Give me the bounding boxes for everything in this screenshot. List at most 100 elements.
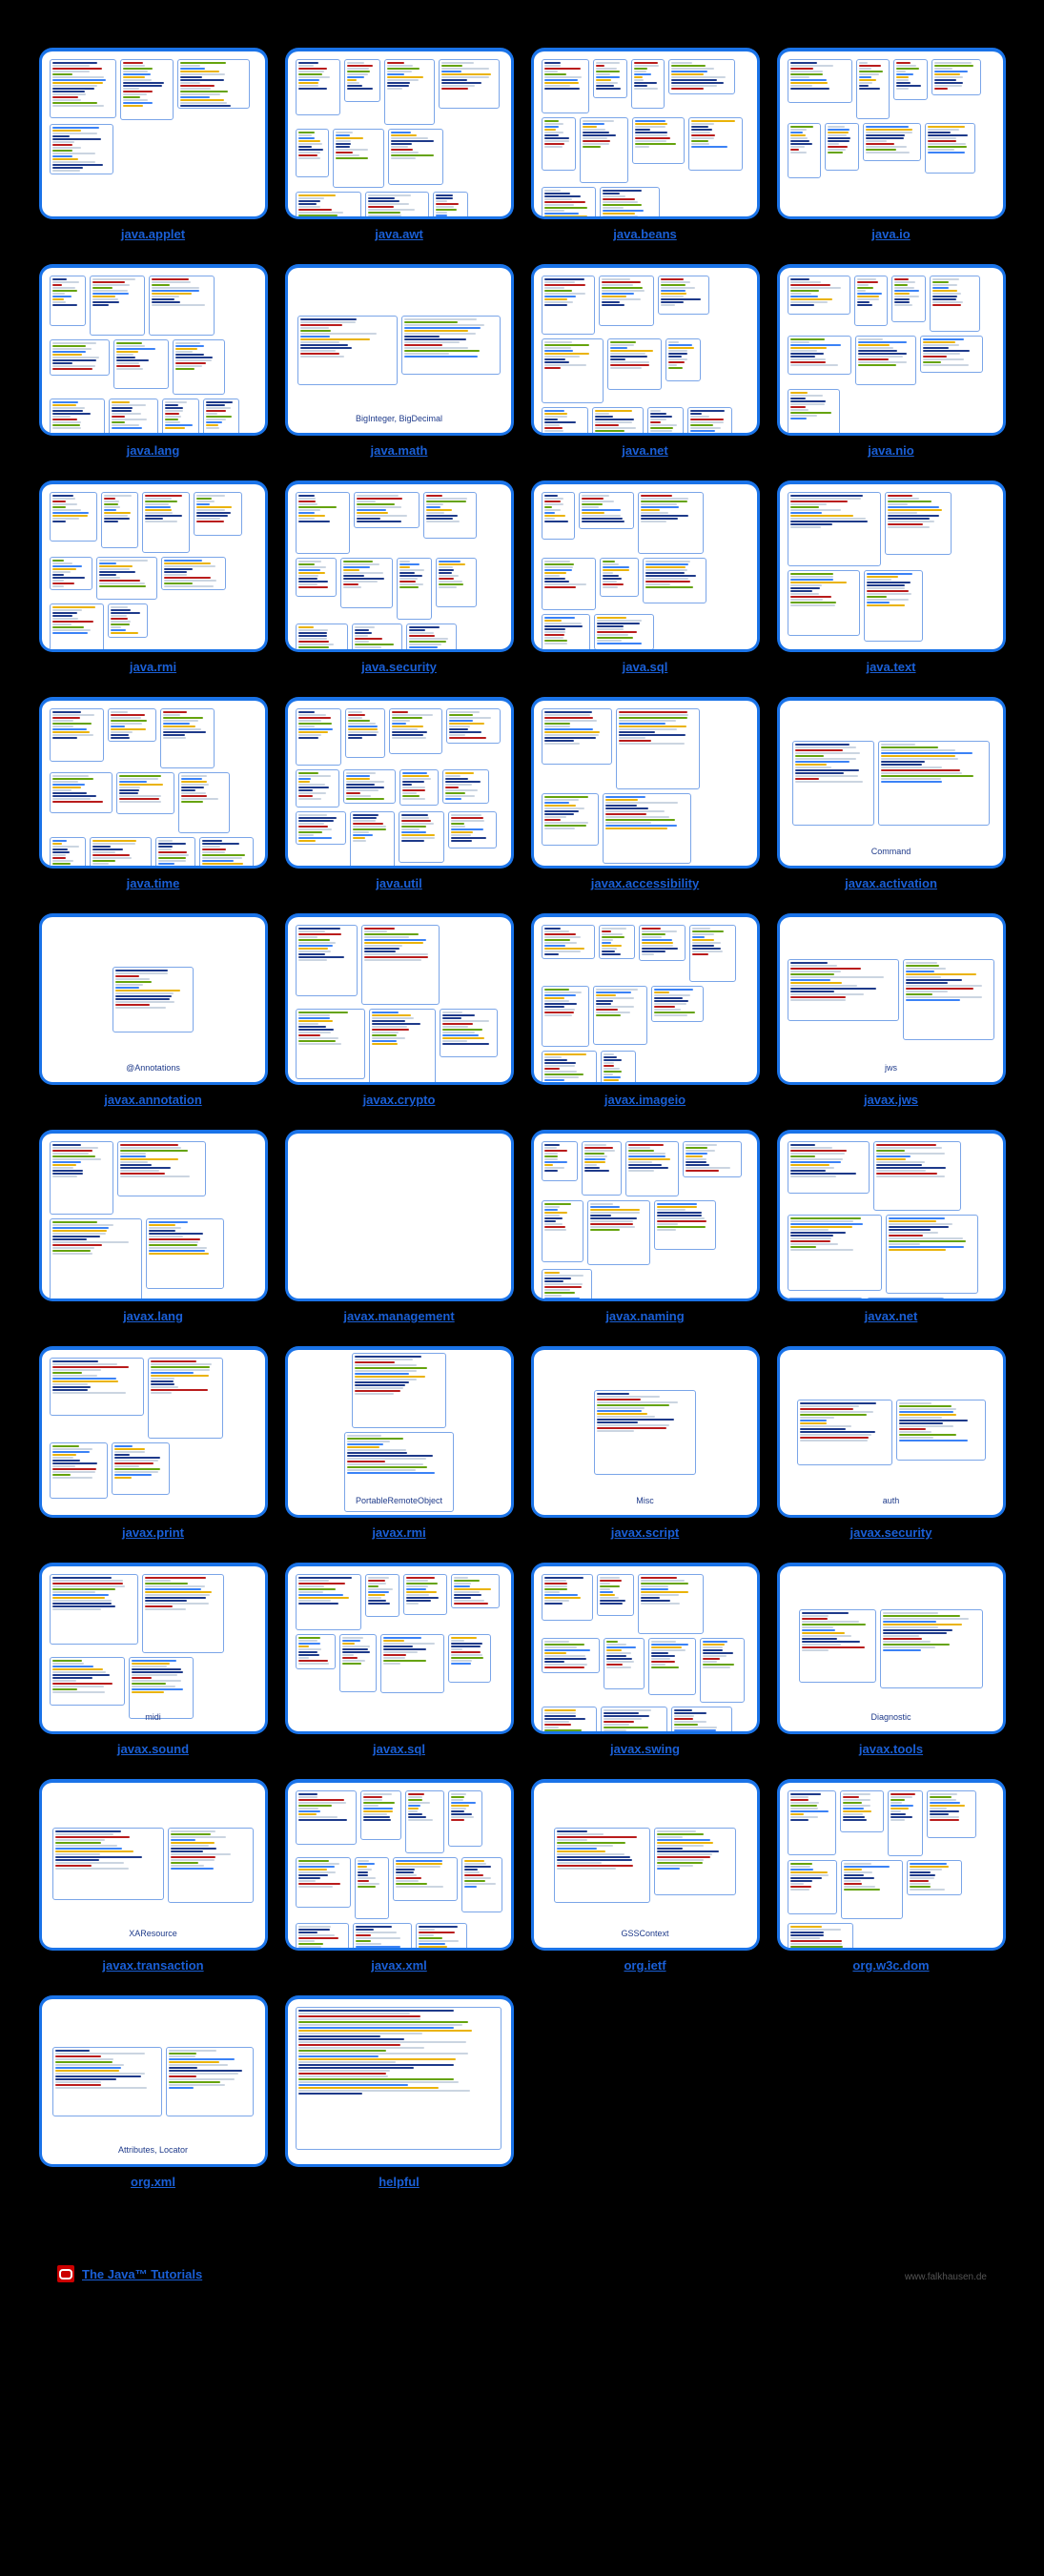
card-label-link[interactable]: java.time bbox=[127, 876, 180, 890]
thumbnail-link[interactable] bbox=[39, 48, 268, 219]
card-label-link[interactable]: java.io bbox=[871, 227, 910, 241]
thumbnail-caption: Misc bbox=[534, 1496, 757, 1505]
card-java-math: BigInteger, BigDecimal java.math bbox=[285, 264, 514, 458]
thumbnail-link[interactable] bbox=[531, 913, 760, 1085]
thumbnail-caption: BigInteger, BigDecimal bbox=[288, 414, 511, 423]
thumbnail-link[interactable] bbox=[39, 1130, 268, 1301]
footer: The Java™ Tutorials www.falkhausen.de bbox=[29, 2265, 1015, 2282]
thumbnail-link[interactable]: @Annotations bbox=[39, 913, 268, 1085]
card-label-link[interactable]: javax.activation bbox=[845, 876, 937, 890]
card-label-link[interactable]: javax.accessibility bbox=[591, 876, 699, 890]
thumbnail-link[interactable] bbox=[39, 480, 268, 652]
thumbnail-caption: PortableRemoteObject bbox=[288, 1496, 511, 1505]
card-label-link[interactable]: javax.sound bbox=[117, 1742, 189, 1756]
card-label-link[interactable]: javax.script bbox=[611, 1525, 680, 1540]
tutorials-link[interactable]: The Java™ Tutorials bbox=[82, 2267, 202, 2281]
card-label-link[interactable]: java.sql bbox=[623, 660, 668, 674]
card-label-link[interactable]: javax.rmi bbox=[372, 1525, 425, 1540]
card-javax-sound: midi javax.sound bbox=[39, 1563, 268, 1756]
card-label-link[interactable]: java.nio bbox=[868, 443, 913, 458]
card-label-link[interactable]: java.net bbox=[622, 443, 667, 458]
thumbnail-link[interactable]: Attributes, Locator bbox=[39, 1995, 268, 2167]
card-label-link[interactable]: javax.crypto bbox=[363, 1093, 436, 1107]
thumbnail-link[interactable] bbox=[531, 697, 760, 869]
card-label-link[interactable]: javax.transaction bbox=[102, 1958, 203, 1973]
card-label-link[interactable]: javax.lang bbox=[123, 1309, 183, 1323]
card-label-link[interactable]: javax.tools bbox=[859, 1742, 923, 1756]
card-label-link[interactable]: org.ietf bbox=[624, 1958, 665, 1973]
thumbnail-grid: java.applet java.awt java.beans java.io java… bbox=[29, 48, 1015, 2189]
card-label-link[interactable]: java.util bbox=[376, 876, 421, 890]
thumbnail-link[interactable] bbox=[531, 1563, 760, 1734]
thumbnail-link[interactable] bbox=[39, 697, 268, 869]
thumbnail-link[interactable]: Command bbox=[777, 697, 1006, 869]
thumbnail-link[interactable]: Diagnostic bbox=[777, 1563, 1006, 1734]
card-label-link[interactable]: org.xml bbox=[131, 2175, 175, 2189]
thumbnail-link[interactable] bbox=[531, 1130, 760, 1301]
card-label-link[interactable]: java.rmi bbox=[130, 660, 176, 674]
thumbnail-link[interactable] bbox=[285, 48, 514, 219]
thumbnail-link[interactable]: Misc bbox=[531, 1346, 760, 1518]
card-label-link[interactable]: java.lang bbox=[127, 443, 180, 458]
card-java-beans: java.beans bbox=[531, 48, 760, 241]
thumbnail-link[interactable] bbox=[285, 1563, 514, 1734]
thumbnail-link[interactable]: BigInteger, BigDecimal bbox=[285, 264, 514, 436]
card-label-link[interactable]: org.w3c.dom bbox=[852, 1958, 929, 1973]
thumbnail-link[interactable]: PortableRemoteObject bbox=[285, 1346, 514, 1518]
card-org-xml: Attributes, Locator org.xml bbox=[39, 1995, 268, 2189]
thumbnail-link[interactable] bbox=[285, 913, 514, 1085]
card-org-w3c-dom: org.w3c.dom bbox=[777, 1779, 1006, 1973]
card-label-link[interactable]: javax.print bbox=[122, 1525, 184, 1540]
thumbnail-link[interactable] bbox=[39, 1346, 268, 1518]
card-javax-jws: jws javax.jws bbox=[777, 913, 1006, 1107]
card-label-link[interactable]: helpful bbox=[379, 2175, 420, 2189]
thumbnail-link[interactable] bbox=[531, 48, 760, 219]
card-label-link[interactable]: javax.jws bbox=[864, 1093, 918, 1107]
thumbnail-caption: Attributes, Locator bbox=[42, 2145, 265, 2155]
card-label-link[interactable]: javax.management bbox=[343, 1309, 454, 1323]
card-javax-script: Misc javax.script bbox=[531, 1346, 760, 1540]
thumbnail-link[interactable] bbox=[531, 480, 760, 652]
thumbnail-link[interactable] bbox=[285, 1995, 514, 2167]
thumbnail-link[interactable]: GSSContext bbox=[531, 1779, 760, 1951]
card-org-ietf: GSSContext org.ietf bbox=[531, 1779, 760, 1973]
thumbnail-link[interactable]: XAResource bbox=[39, 1779, 268, 1951]
thumbnail-link[interactable] bbox=[285, 697, 514, 869]
footer-left: The Java™ Tutorials bbox=[57, 2265, 202, 2282]
card-label-link[interactable]: javax.security bbox=[850, 1525, 931, 1540]
thumbnail-caption: jws bbox=[780, 1063, 1003, 1073]
thumbnail-link[interactable] bbox=[285, 480, 514, 652]
thumbnail-link[interactable] bbox=[777, 1130, 1006, 1301]
card-label-link[interactable]: javax.annotation bbox=[104, 1093, 202, 1107]
card-label-link[interactable]: javax.swing bbox=[610, 1742, 680, 1756]
card-label-link[interactable]: java.applet bbox=[121, 227, 185, 241]
card-javax-print: javax.print bbox=[39, 1346, 268, 1540]
thumbnail-link[interactable]: midi bbox=[39, 1563, 268, 1734]
card-java-io: java.io bbox=[777, 48, 1006, 241]
card-label-link[interactable]: java.security bbox=[361, 660, 437, 674]
card-label-link[interactable]: java.math bbox=[371, 443, 428, 458]
card-javax-rmi: PortableRemoteObject javax.rmi bbox=[285, 1346, 514, 1540]
thumbnail-link[interactable] bbox=[39, 264, 268, 436]
card-javax-activation: Command javax.activation bbox=[777, 697, 1006, 890]
card-label-link[interactable]: javax.naming bbox=[605, 1309, 684, 1323]
thumbnail-caption: XAResource bbox=[42, 1929, 265, 1938]
thumbnail-link[interactable] bbox=[777, 264, 1006, 436]
card-label-link[interactable]: java.text bbox=[866, 660, 915, 674]
thumbnail-link[interactable]: jws bbox=[777, 913, 1006, 1085]
thumbnail-link[interactable] bbox=[777, 480, 1006, 652]
card-java-awt: java.awt bbox=[285, 48, 514, 241]
card-label-link[interactable]: javax.xml bbox=[371, 1958, 427, 1973]
thumbnail-link[interactable] bbox=[285, 1130, 514, 1301]
card-label-link[interactable]: java.beans bbox=[613, 227, 677, 241]
card-javax-annotation: @Annotations javax.annotation bbox=[39, 913, 268, 1107]
card-label-link[interactable]: javax.imageio bbox=[604, 1093, 686, 1107]
thumbnail-link[interactable] bbox=[285, 1779, 514, 1951]
card-label-link[interactable]: javax.sql bbox=[373, 1742, 425, 1756]
thumbnail-link[interactable]: auth bbox=[777, 1346, 1006, 1518]
card-label-link[interactable]: java.awt bbox=[375, 227, 423, 241]
thumbnail-link[interactable] bbox=[777, 1779, 1006, 1951]
thumbnail-link[interactable] bbox=[777, 48, 1006, 219]
card-label-link[interactable]: javax.net bbox=[865, 1309, 918, 1323]
thumbnail-link[interactable] bbox=[531, 264, 760, 436]
